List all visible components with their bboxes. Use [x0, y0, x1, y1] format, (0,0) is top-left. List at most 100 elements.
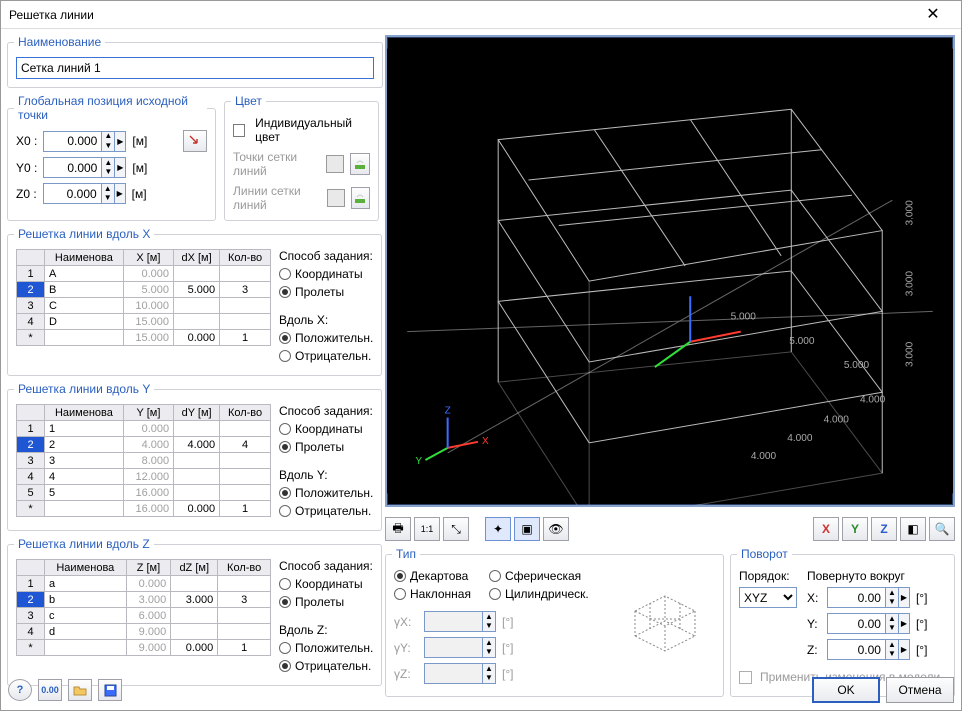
origin-z-unit: [м] [132, 187, 147, 201]
grid-x-hdr-name: Наименова [45, 250, 124, 266]
grid-y-radio-coords[interactable]: Координаты [279, 422, 373, 436]
rotation-order-label: Порядок: [739, 569, 797, 583]
grid-z-radio-neg[interactable]: Отрицательн. [279, 659, 373, 673]
table-row: *16.0000.0001 [17, 501, 271, 517]
tool-window-icon[interactable]: ▣ [514, 517, 540, 541]
pick-point-button[interactable] [183, 130, 207, 152]
grid-z-radio-pos[interactable]: Положительн. [279, 641, 373, 655]
grid-points-color-button[interactable] [350, 153, 370, 175]
table-row: 2B5.0005.0003 [17, 282, 271, 298]
tool-view-x-icon[interactable]: X [813, 517, 839, 541]
naming-legend: Наименование [14, 35, 105, 49]
titlebar: Решетка линии ✕ [1, 1, 961, 29]
grid-lines-color-swatch[interactable] [327, 189, 345, 207]
svg-text:5.000: 5.000 [789, 336, 815, 347]
svg-text:4.000: 4.000 [824, 415, 850, 426]
color-individual-checkbox[interactable] [233, 124, 245, 137]
rotation-group: Поворот Порядок: XYZ Повернуто вокруг X:… [730, 547, 955, 697]
grid-z-table[interactable]: Наименова Z [м] dZ [м] Кол-во 1a0.000 2b… [16, 559, 271, 656]
name-input[interactable] [16, 57, 374, 79]
tool-print-icon[interactable]: 🖶 [385, 517, 411, 541]
tool-view-z-icon[interactable]: Z [871, 517, 897, 541]
svg-text:4.000: 4.000 [751, 451, 777, 462]
table-row: *9.0000.0001 [17, 640, 271, 656]
ok-button[interactable]: OK [812, 677, 880, 703]
tool-select-icon[interactable]: ✦ [485, 517, 511, 541]
tool-axes-icon[interactable]: ⤡ [443, 517, 469, 541]
table-row: 3c6.000 [17, 608, 271, 624]
preview-3d[interactable]: X Y Z 5.000 5.000 5.000 4.000 4.000 4.00… [385, 35, 955, 507]
origin-z-spinner[interactable]: ▲▼ ▶ [43, 183, 126, 204]
rotation-order-select[interactable]: XYZ [739, 587, 797, 608]
svg-text:3.000: 3.000 [905, 200, 916, 226]
grid-y-radio-neg[interactable]: Отрицательн. [279, 504, 373, 518]
save-button[interactable] [98, 679, 122, 701]
units-button[interactable]: 0.00 [38, 679, 62, 701]
grid-points-color-swatch[interactable] [326, 155, 344, 173]
rot-x-spinner[interactable]: ▲▼▶ [827, 587, 910, 608]
origin-y-spinner[interactable]: ▲▼ ▶ [43, 157, 126, 178]
tool-iso-icon[interactable]: ◧ [900, 517, 926, 541]
type-radio-cartesian[interactable]: Декартова [394, 569, 471, 583]
tool-view-y-icon[interactable]: Y [842, 517, 868, 541]
origin-legend: Глобальная позиция исходной точки [14, 94, 207, 122]
rot-y-label: Y: [807, 617, 821, 631]
preview-toolbar: 🖶 1:1 ⤡ ✦ ▣ 👁 X Y Z ◧ 🔍 [385, 513, 955, 541]
table-row: 3C10.000 [17, 298, 271, 314]
table-row: 5516.000 [17, 485, 271, 501]
type-radio-spherical[interactable]: Сферическая [489, 569, 589, 583]
origin-x-label: X0 : [16, 134, 37, 148]
origin-x-spinner[interactable]: ▲▼ ▶ [43, 131, 126, 152]
grid-x-radio-spans[interactable]: Пролеты [279, 285, 373, 299]
grid-x-hdr-count: Кол-во [220, 250, 271, 266]
rotation-legend: Поворот [737, 547, 792, 561]
open-button[interactable] [68, 679, 92, 701]
grid-x-radio-neg[interactable]: Отрицательн. [279, 349, 373, 363]
grid-y-radio-pos[interactable]: Положительн. [279, 486, 373, 500]
color-lines-label: Линии сетки линий [233, 184, 315, 212]
origin-group: Глобальная позиция исходной точки X0 : ▲… [7, 94, 216, 221]
grid-z-radio-spans[interactable]: Пролеты [279, 595, 373, 609]
rotation-around-label: Повернуто вокруг [807, 569, 946, 583]
grid-z-radio-coords[interactable]: Координаты [279, 577, 373, 591]
svg-text:Y: Y [415, 456, 422, 467]
gamma-x-spinner[interactable]: ▲▼ [424, 611, 496, 632]
origin-y-input[interactable] [43, 157, 101, 178]
gamma-y-spinner[interactable]: ▲▼ [424, 637, 496, 658]
type-radio-cylindrical[interactable]: Цилиндрическ. [489, 587, 589, 601]
grid-x-table[interactable]: Наименова X [м] dX [м] Кол-во 1A0.000 2B… [16, 249, 271, 346]
tool-zoom-icon[interactable]: 🔍 [929, 517, 955, 541]
rot-z-label: Z: [807, 643, 821, 657]
grid-x-radio-pos[interactable]: Положительн. [279, 331, 373, 345]
table-row: 2b3.0003.0003 [17, 592, 271, 608]
color-legend: Цвет [231, 94, 266, 108]
origin-z-input[interactable] [43, 183, 101, 204]
table-row: *15.0000.0001 [17, 330, 271, 346]
grid-x-along-heading: Вдоль X: [279, 313, 373, 327]
table-row: 1a0.000 [17, 576, 271, 592]
rot-y-spinner[interactable]: ▲▼▶ [827, 613, 910, 634]
cancel-button[interactable]: Отмена [886, 677, 954, 703]
type-legend: Тип [392, 547, 420, 561]
grid-y-table[interactable]: Наименова Y [м] dY [м] Кол-во 110.000 22… [16, 404, 271, 517]
table-row: 224.0004.0004 [17, 437, 271, 453]
type-radio-inclined[interactable]: Наклонная [394, 587, 471, 601]
rot-z-spinner[interactable]: ▲▼▶ [827, 639, 910, 660]
tool-eye-icon[interactable]: 👁 [543, 517, 569, 541]
svg-text:X: X [482, 436, 489, 447]
origin-x-input[interactable] [43, 131, 101, 152]
table-row: 338.000 [17, 453, 271, 469]
help-button[interactable]: ? [8, 679, 32, 701]
grid-x-method-heading: Способ задания: [279, 249, 373, 263]
svg-text:4.000: 4.000 [787, 433, 813, 444]
table-row: 4D15.000 [17, 314, 271, 330]
grid-x-legend: Решетка линии вдоль X [14, 227, 154, 241]
grid-lines-color-button[interactable] [351, 187, 370, 209]
table-row: 1A0.000 [17, 266, 271, 282]
table-row: 110.000 [17, 421, 271, 437]
tool-1to1-icon[interactable]: 1:1 [414, 517, 440, 541]
footer: ? 0.00 OK Отмена [8, 677, 954, 703]
close-icon[interactable]: ✕ [913, 7, 953, 23]
grid-y-radio-spans[interactable]: Пролеты [279, 440, 373, 454]
grid-x-radio-coords[interactable]: Координаты [279, 267, 373, 281]
